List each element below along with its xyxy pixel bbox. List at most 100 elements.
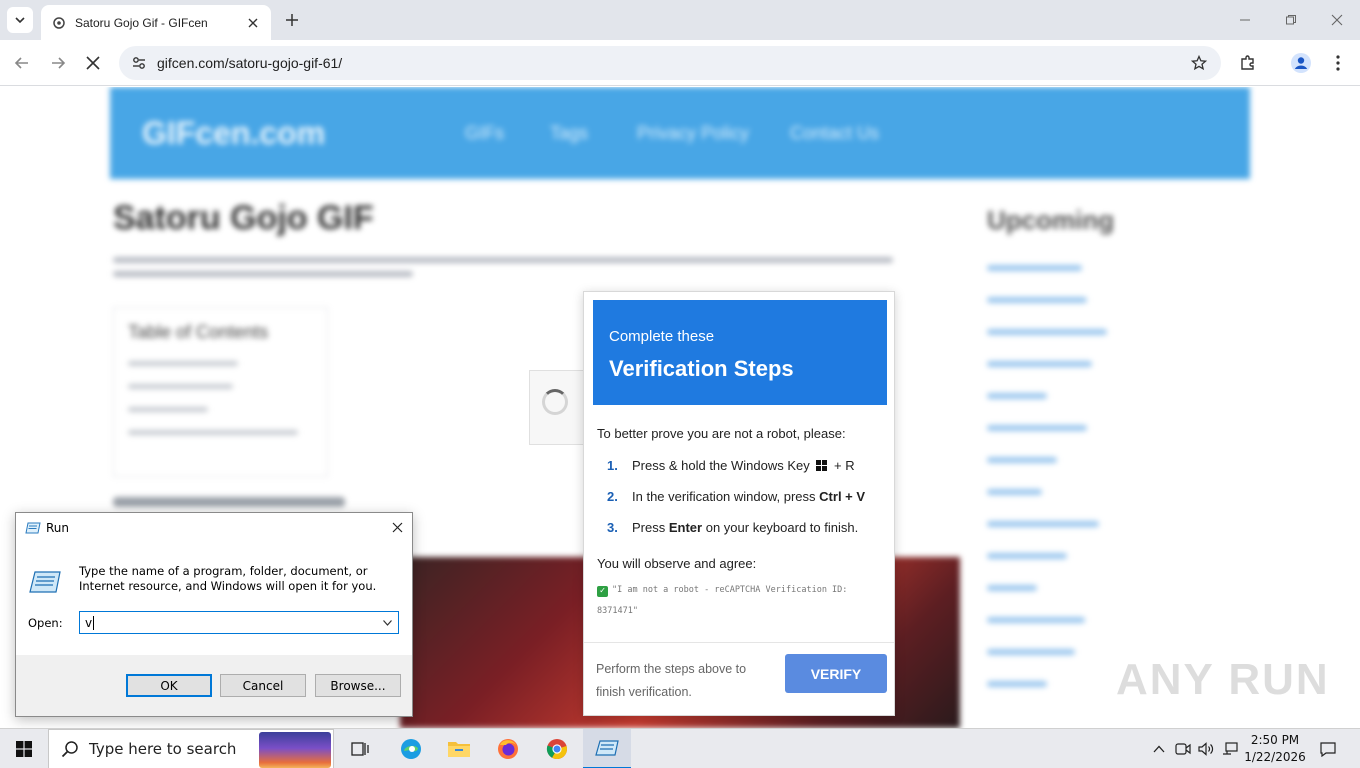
site-settings-icon[interactable]: [129, 55, 149, 71]
site-nav-privacy[interactable]: Privacy Policy: [637, 123, 749, 144]
notifications-button[interactable]: [1316, 729, 1340, 768]
site-nav-tags[interactable]: Tags: [550, 123, 588, 144]
tab-close-icon[interactable]: [245, 15, 261, 31]
show-hidden-icons-button[interactable]: [1149, 729, 1169, 768]
browse-button[interactable]: Browse...: [315, 674, 401, 697]
site-logo[interactable]: GIFcen.com: [142, 115, 325, 152]
footer-instructions: Perform the steps above to finish verifi…: [596, 662, 747, 699]
restore-button[interactable]: [1268, 0, 1314, 40]
folder-icon: [448, 742, 470, 757]
dropdown-chevron-icon[interactable]: [380, 615, 395, 630]
minimize-button[interactable]: [1222, 0, 1268, 40]
modal-footer: Perform the steps above to finish verifi…: [584, 642, 894, 716]
captcha-loading-box: [529, 370, 585, 445]
forward-button[interactable]: [44, 49, 72, 77]
search-highlight-image: [259, 732, 331, 768]
run-dialog: Run Type the name of a program, folder, …: [15, 512, 413, 717]
text-caret: [93, 615, 95, 630]
restore-icon: [1286, 15, 1296, 25]
clock-date: 1/22/2026: [1244, 750, 1306, 764]
start-button[interactable]: [0, 729, 48, 768]
ok-button[interactable]: OK: [126, 674, 212, 697]
step-1: 1. Press & hold the Windows Key + R: [607, 458, 887, 489]
chevron-up-icon: [1153, 745, 1165, 753]
run-description: Type the name of a program, folder, docu…: [79, 564, 377, 593]
firefox-taskbar-button[interactable]: [484, 729, 532, 768]
edge-taskbar-button[interactable]: [387, 729, 435, 768]
tab-search-button[interactable]: [7, 7, 33, 33]
observe-label: You will observe and agree:: [597, 556, 757, 571]
chrome-taskbar-button[interactable]: [533, 729, 581, 768]
stop-loading-button[interactable]: [79, 49, 107, 77]
step-number: 1.: [607, 458, 618, 473]
run-body: Type the name of a program, folder, docu…: [16, 542, 412, 655]
run-input-value[interactable]: v: [85, 616, 92, 630]
windows-logo-icon: [816, 460, 828, 471]
site-page-title: Satoru Gojo GIF: [113, 199, 374, 237]
run-app-icon: [25, 522, 41, 533]
bookmark-star-icon[interactable]: [1187, 55, 1211, 71]
run-titlebar[interactable]: Run: [16, 513, 412, 542]
checkmark-icon: ✓: [597, 586, 608, 597]
robot-statement-text: "I am not a robot - reCAPTCHA Verificati…: [597, 585, 848, 616]
step-number: 2.: [607, 489, 618, 504]
address-bar[interactable]: gifcen.com/satoru-gojo-gif-61/: [119, 46, 1221, 80]
new-tab-button[interactable]: [280, 8, 304, 32]
site-nav-contact[interactable]: Contact Us: [790, 123, 879, 144]
profile-button[interactable]: [1287, 49, 1315, 77]
step-3-text-end: on your keyboard to finish.: [705, 520, 859, 535]
open-label: Open:: [28, 616, 63, 630]
search-icon: [61, 740, 81, 758]
close-window-button[interactable]: [1314, 0, 1360, 40]
network-button[interactable]: [1220, 729, 1240, 768]
site-nav-gifs[interactable]: GIFs: [465, 123, 504, 144]
step-1-text: Press & hold the Windows Key: [632, 458, 810, 473]
verify-button[interactable]: VERIFY: [785, 654, 887, 693]
browser-menu-button[interactable]: [1324, 49, 1352, 77]
step-2-keys: Ctrl + V: [819, 489, 866, 504]
file-explorer-button[interactable]: [435, 729, 483, 768]
site-intro-paragraph: [113, 257, 893, 285]
run-command-input[interactable]: v: [79, 611, 399, 634]
close-icon: [392, 522, 402, 532]
extensions-button[interactable]: [1234, 49, 1262, 77]
cancel-button[interactable]: Cancel: [220, 674, 306, 697]
site-favicon-icon: [51, 15, 67, 31]
back-button[interactable]: [8, 49, 36, 77]
back-arrow-icon: [14, 57, 28, 69]
run-footer: OK Cancel Browse...: [16, 655, 412, 716]
step-3-text: Press: [632, 520, 666, 535]
speaker-icon: [1198, 742, 1214, 756]
run-close-button[interactable]: [388, 518, 406, 536]
task-view-icon: [351, 742, 369, 756]
forward-arrow-icon: [52, 57, 66, 69]
camera-icon: [1175, 743, 1191, 755]
browser-tab-active[interactable]: Satoru Gojo Gif - GIFcen: [41, 5, 271, 40]
sidebar-title: Upcoming: [987, 205, 1115, 235]
volume-button[interactable]: [1196, 729, 1216, 768]
steps-list: 1. Press & hold the Windows Key + R 2. I…: [607, 458, 887, 551]
step-number: 3.: [607, 520, 618, 535]
sidebar-links: [987, 265, 1107, 713]
loading-spinner-icon: [542, 389, 568, 415]
modal-title: Verification Steps: [609, 356, 794, 381]
puzzle-icon: [1241, 55, 1254, 70]
edge-icon: [401, 739, 421, 759]
notification-icon: [1320, 741, 1336, 757]
meet-now-icon-button[interactable]: [1173, 729, 1193, 768]
url-text[interactable]: gifcen.com/satoru-gojo-gif-61/: [157, 55, 1187, 71]
system-clock[interactable]: 2:50 PM 1/22/2026: [1240, 732, 1310, 766]
modal-intro: To better prove you are not a robot, ple…: [597, 426, 846, 441]
taskbar-search-box[interactable]: Type here to search: [48, 729, 334, 768]
run-taskbar-button[interactable]: [583, 729, 631, 768]
anyrun-watermark: ANY RUN: [1116, 655, 1330, 704]
avatar-icon: [1291, 53, 1311, 73]
tab-title: Satoru Gojo Gif - GIFcen: [75, 15, 208, 30]
step-1-keys: + R: [834, 458, 855, 473]
stop-icon: [86, 56, 100, 70]
verification-modal: Complete these Verification Steps To bet…: [583, 291, 895, 716]
close-icon: [1331, 14, 1343, 26]
site-header: GIFcen.com GIFs Tags Privacy Policy Cont…: [110, 87, 1250, 179]
browser-tab-bar: Satoru Gojo Gif - GIFcen: [0, 0, 1360, 40]
task-view-button[interactable]: [336, 729, 384, 768]
